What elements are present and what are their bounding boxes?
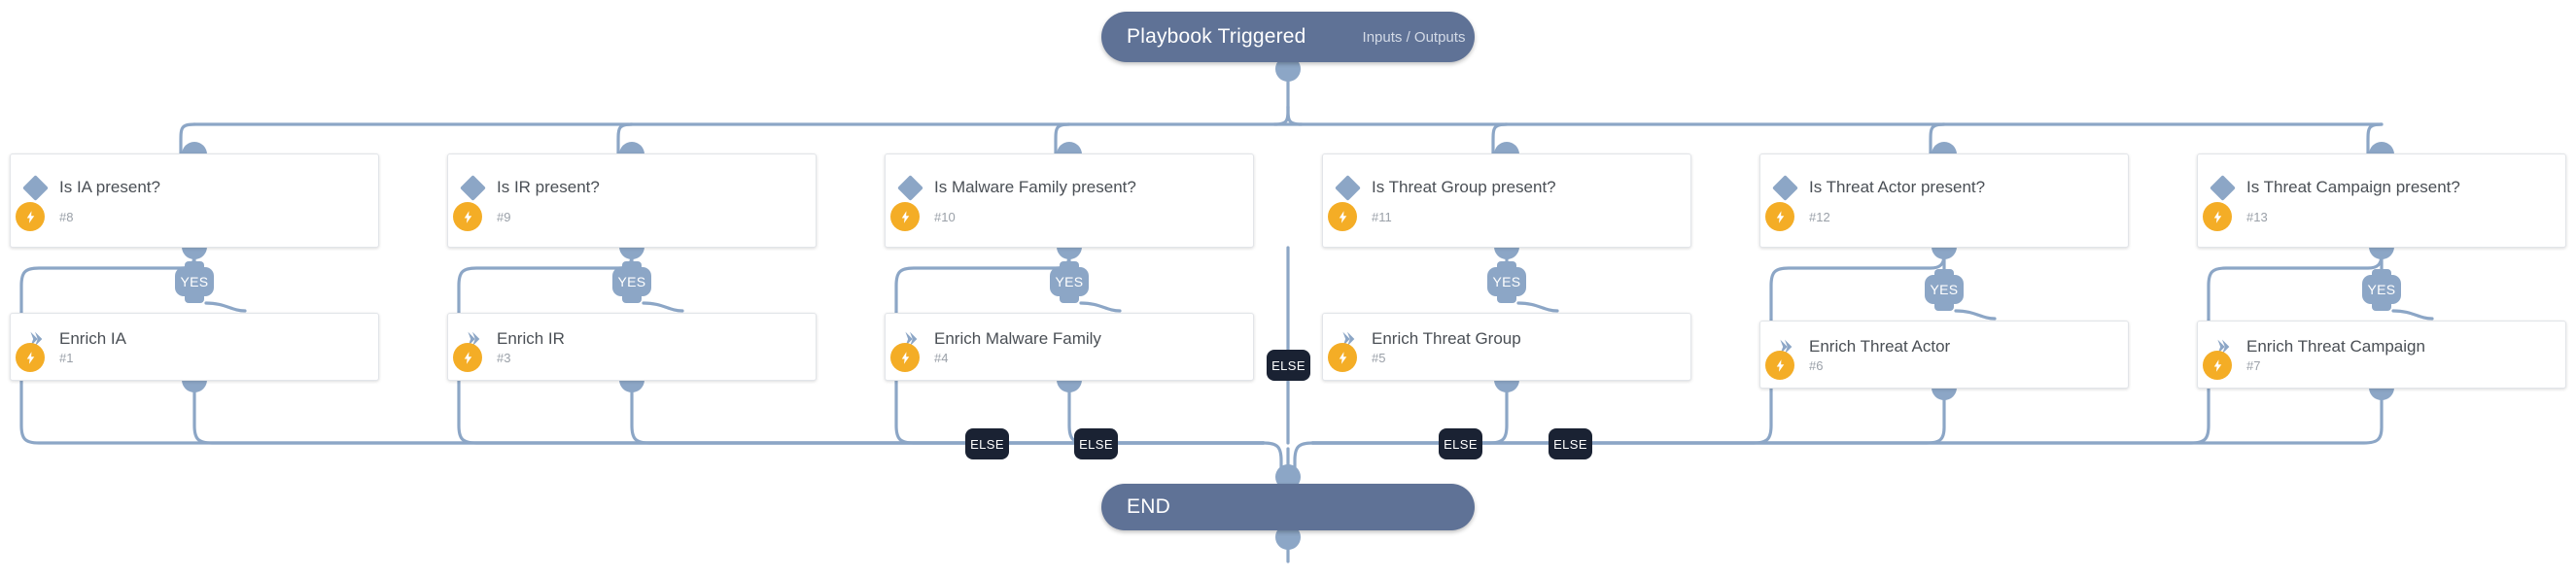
lightning-icon [1760, 351, 1809, 380]
diamond-icon [1760, 174, 1809, 201]
lightning-icon [448, 202, 497, 231]
condition-output-port-3[interactable] [1057, 247, 1082, 259]
condition-output-port-4[interactable] [1494, 247, 1519, 259]
action-meta-row-6: #7 [2198, 349, 2260, 382]
else-badge-5[interactable]: ELSE [1549, 428, 1592, 459]
action-output-port-4[interactable] [1494, 380, 1519, 392]
lightning-icon [1323, 343, 1372, 372]
action-label-6: Enrich Threat Campaign [2246, 337, 2425, 356]
condition-output-port-6[interactable] [2369, 247, 2394, 259]
action-id-6: #7 [2246, 357, 2261, 373]
playbook-triggered-label: Playbook Triggered [1127, 25, 1306, 48]
action-card-2[interactable]: Enrich IR #3 [447, 313, 817, 381]
diamond-icon [1323, 174, 1372, 201]
condition-id-6: #13 [2246, 209, 2268, 224]
condition-output-port-2[interactable] [619, 247, 644, 259]
action-output-port-3[interactable] [1057, 380, 1082, 392]
condition-meta-row-1: #8 [11, 200, 73, 233]
action-card-5[interactable]: Enrich Threat Actor #6 [1759, 321, 2129, 389]
condition-output-port-5[interactable] [1932, 247, 1957, 259]
condition-label-2: Is IR present? [497, 178, 600, 196]
action-id-2: #3 [497, 350, 511, 365]
end-node[interactable]: END [1101, 484, 1475, 530]
else-badge-2[interactable]: ELSE [965, 428, 1009, 459]
action-label-4: Enrich Threat Group [1372, 329, 1521, 348]
condition-card-6[interactable]: Is Threat Campaign present? #13 [2197, 153, 2566, 248]
condition-label-5: Is Threat Actor present? [1809, 178, 1986, 196]
lightning-icon [886, 202, 934, 231]
condition-label-1: Is IA present? [59, 178, 160, 196]
condition-meta-row-5: #12 [1760, 200, 1830, 233]
yes-badge-5[interactable]: YES [1925, 275, 1964, 304]
action-id-4: #5 [1372, 350, 1386, 365]
action-output-port-1[interactable] [182, 380, 207, 392]
inputs-outputs-label: Inputs / Outputs [1362, 28, 1466, 46]
lightning-icon [11, 343, 59, 372]
action-label-3: Enrich Malware Family [934, 329, 1101, 348]
condition-card-4[interactable]: Is Threat Group present? #11 [1322, 153, 1691, 248]
action-meta-row-5: #6 [1760, 349, 1823, 382]
condition-meta-row-2: #9 [448, 200, 510, 233]
lightning-icon [886, 343, 934, 372]
action-output-port-6[interactable] [2369, 388, 2394, 400]
condition-label-4: Is Threat Group present? [1372, 178, 1556, 196]
condition-label-3: Is Malware Family present? [934, 178, 1136, 196]
action-id-5: #6 [1809, 357, 1824, 373]
lightning-icon [2198, 351, 2246, 380]
else-badge-1[interactable]: ELSE [1267, 350, 1310, 381]
condition-id-2: #9 [497, 209, 511, 224]
yes-badge-3[interactable]: YES [1050, 267, 1089, 296]
lightning-icon [1323, 202, 1372, 231]
action-id-1: #1 [59, 350, 74, 365]
playbook-triggered-node[interactable]: Playbook Triggered Inputs / Outputs [1101, 12, 1475, 62]
diamond-icon [11, 174, 59, 201]
action-card-4[interactable]: Enrich Threat Group #5 [1322, 313, 1691, 381]
yes-badge-1[interactable]: YES [175, 267, 214, 296]
end-label: END [1127, 495, 1170, 518]
condition-meta-row-4: #11 [1323, 200, 1392, 233]
lightning-icon [1760, 202, 1809, 231]
condition-meta-row-6: #13 [2198, 200, 2268, 233]
else-badge-4[interactable]: ELSE [1439, 428, 1482, 459]
action-meta-row-1: #1 [11, 341, 73, 374]
action-card-6[interactable]: Enrich Threat Campaign #7 [2197, 321, 2566, 389]
action-card-3[interactable]: Enrich Malware Family #4 [885, 313, 1254, 381]
action-output-port-2[interactable] [619, 380, 644, 392]
action-meta-row-2: #3 [448, 341, 510, 374]
action-label-5: Enrich Threat Actor [1809, 337, 1951, 356]
condition-card-3[interactable]: Is Malware Family present? #10 [885, 153, 1254, 248]
lightning-icon [2198, 202, 2246, 231]
else-badge-3[interactable]: ELSE [1074, 428, 1118, 459]
yes-badge-2[interactable]: YES [612, 267, 651, 296]
action-id-3: #4 [934, 350, 949, 365]
condition-meta-row-3: #10 [886, 200, 956, 233]
condition-id-1: #8 [59, 209, 74, 224]
diamond-icon [448, 174, 497, 201]
playbook-canvas: Playbook Triggered Inputs / Outputs Is I… [0, 0, 2576, 577]
condition-output-port-1[interactable] [182, 247, 207, 259]
action-output-port-5[interactable] [1932, 388, 1957, 400]
action-meta-row-4: #5 [1323, 341, 1385, 374]
diamond-icon [886, 174, 934, 201]
condition-card-2[interactable]: Is IR present? #9 [447, 153, 817, 248]
condition-id-3: #10 [934, 209, 956, 224]
action-card-1[interactable]: Enrich IA #1 [10, 313, 379, 381]
yes-badge-6[interactable]: YES [2362, 275, 2401, 304]
lightning-icon [11, 202, 59, 231]
condition-id-4: #11 [1372, 209, 1392, 224]
lightning-icon [448, 343, 497, 372]
yes-badge-4[interactable]: YES [1487, 267, 1526, 296]
condition-card-5[interactable]: Is Threat Actor present? #12 [1759, 153, 2129, 248]
condition-card-1[interactable]: Is IA present? #8 [10, 153, 379, 248]
condition-id-5: #12 [1809, 209, 1830, 224]
condition-label-6: Is Threat Campaign present? [2246, 178, 2460, 196]
action-meta-row-3: #4 [886, 341, 948, 374]
diamond-icon [2198, 174, 2246, 201]
